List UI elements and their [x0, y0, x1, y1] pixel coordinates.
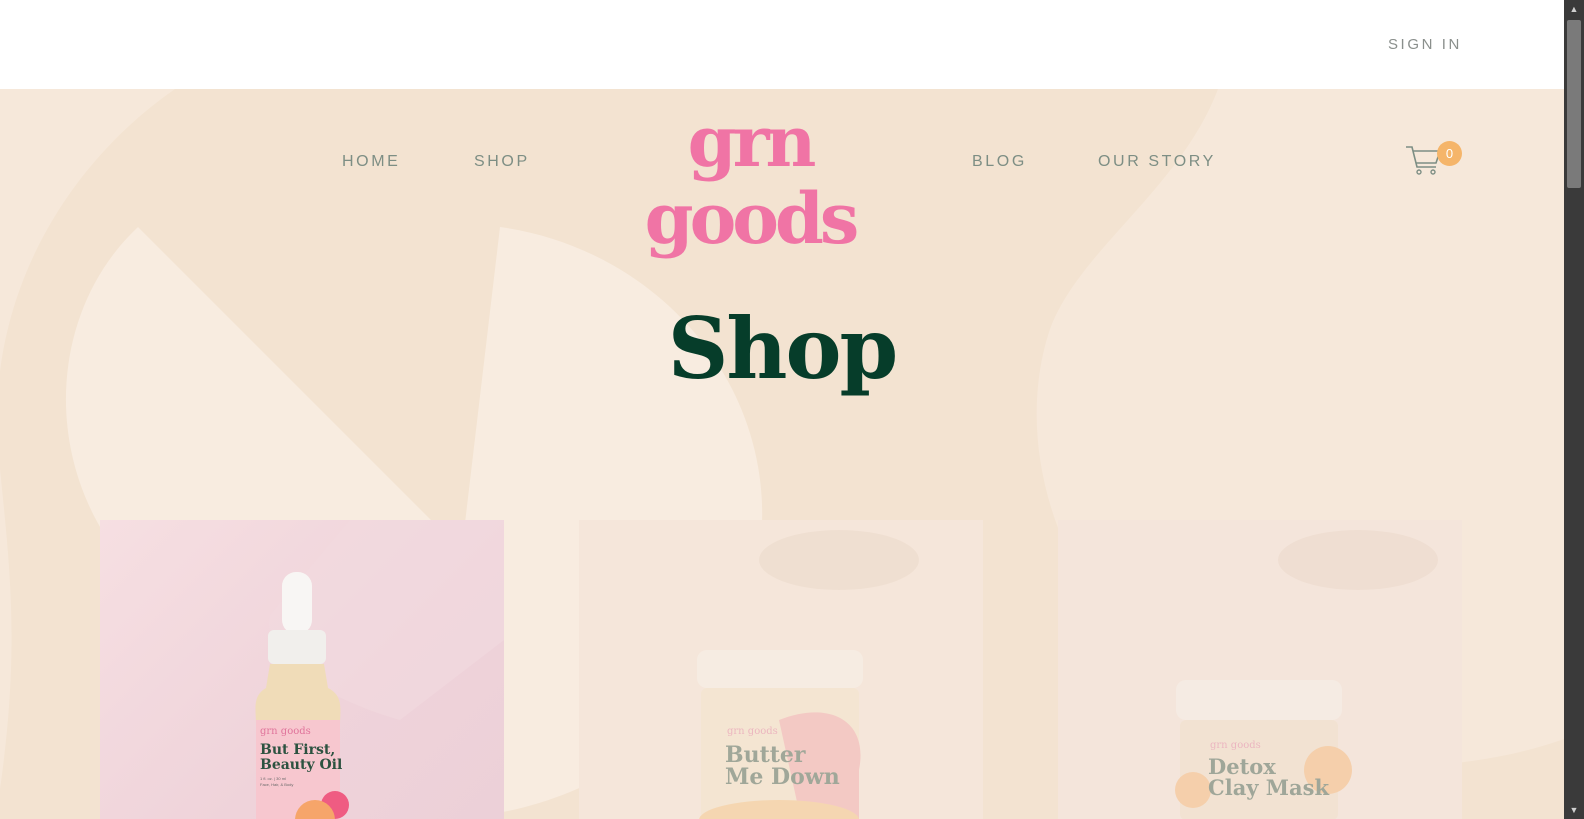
- product-name-line2: Clay Mask: [1208, 775, 1330, 800]
- cart-button[interactable]: 0: [1404, 141, 1468, 181]
- cart-count-badge: 0: [1437, 141, 1462, 166]
- product-name-line1: But First,: [260, 742, 336, 758]
- oil-bottle-illustration: [255, 520, 504, 819]
- product-image: grn goods Butter Me Down: [579, 520, 983, 819]
- top-bar: SIGN IN: [0, 0, 1564, 89]
- brand-logo[interactable]: grn goods: [578, 103, 922, 257]
- product-name-line2: Beauty Oil: [260, 757, 343, 773]
- nav-our-story-link[interactable]: OUR STORY: [1098, 153, 1216, 171]
- product-name-line1: Butter: [725, 742, 806, 768]
- product-brand-label: grn goods: [260, 726, 311, 737]
- product-card[interactable]: grn goods Detox Clay Mask: [1058, 520, 1462, 819]
- sign-in-link[interactable]: SIGN IN: [1388, 36, 1462, 53]
- scrollbar[interactable]: ▲ ▼: [1564, 0, 1584, 819]
- product-name-line2: Me Down: [725, 764, 840, 790]
- scroll-down-arrow-icon[interactable]: ▼: [1564, 801, 1584, 819]
- scroll-up-arrow-icon[interactable]: ▲: [1564, 0, 1584, 18]
- nav-shop-link[interactable]: SHOP: [474, 153, 530, 171]
- product-name-line1: Detox: [1208, 754, 1276, 779]
- product-card[interactable]: grn goods But First, Beauty Oil 1 fl. oz…: [100, 520, 504, 819]
- nav-home-link[interactable]: HOME: [342, 153, 400, 171]
- page-title: Shop: [667, 299, 899, 398]
- product-usage-line: Face, Hair, & Body: [260, 782, 294, 787]
- product-image: grn goods Detox Clay Mask: [1058, 520, 1462, 819]
- product-image: grn goods But First, Beauty Oil 1 fl. oz…: [100, 520, 504, 819]
- product-brand-label: grn goods: [727, 726, 778, 737]
- hero-section: HOME SHOP grn goods BLOG OUR STORY 0 Sho…: [0, 89, 1564, 819]
- product-size-line: 1 fl. oz. | 30 ml: [260, 776, 286, 781]
- product-brand-label: grn goods: [1210, 740, 1261, 751]
- product-card[interactable]: grn goods Butter Me Down: [579, 520, 983, 819]
- scrollbar-thumb[interactable]: [1567, 20, 1581, 188]
- nav-blog-link[interactable]: BLOG: [972, 153, 1027, 171]
